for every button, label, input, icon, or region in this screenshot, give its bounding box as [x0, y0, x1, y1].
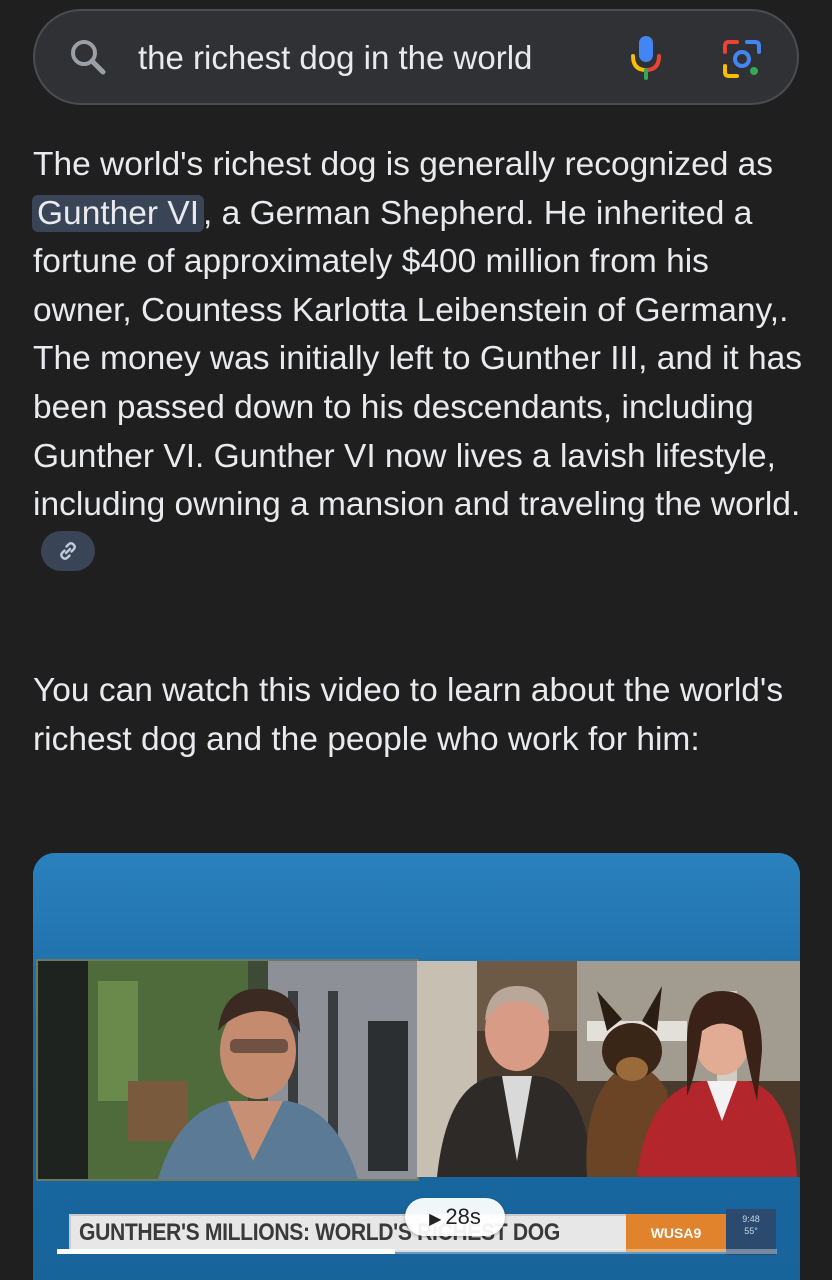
- search-icon[interactable]: [68, 38, 108, 78]
- video-progress-track[interactable]: [57, 1249, 777, 1254]
- answer-text-rest: , a German Shepherd. He inherited a fort…: [33, 194, 803, 524]
- page: the richest dog in the world The world's…: [0, 0, 832, 1280]
- answer-text-start: The world's richest dog is generally rec…: [33, 146, 774, 183]
- weather-temp: 55°: [744, 1226, 758, 1236]
- source-link-chip[interactable]: [41, 530, 95, 571]
- play-duration-button[interactable]: ▶ 28s: [405, 1198, 505, 1236]
- ai-answer: The world's richest dog is generally rec…: [32, 141, 813, 578]
- entity-highlight[interactable]: Gunther VI: [32, 194, 205, 232]
- video-progress-fill: [57, 1249, 396, 1254]
- weather-time: 9:48: [742, 1214, 760, 1224]
- video-frame-right: [417, 961, 800, 1177]
- channel-logo: WUSA9: [626, 1214, 726, 1252]
- play-icon: ▶: [429, 1211, 442, 1228]
- video-frame-left: [36, 959, 419, 1181]
- video-duration: 28s: [445, 1204, 481, 1229]
- search-input[interactable]: the richest dog in the world: [138, 38, 532, 78]
- mic-icon[interactable]: [628, 34, 664, 80]
- video-card[interactable]: GUNTHER'S MILLIONS: WORLD'S RICHEST DOG …: [33, 853, 800, 1280]
- lens-icon[interactable]: [721, 38, 763, 80]
- video-intro-text: You can watch this video to learn about …: [33, 672, 784, 758]
- link-icon: [60, 541, 76, 560]
